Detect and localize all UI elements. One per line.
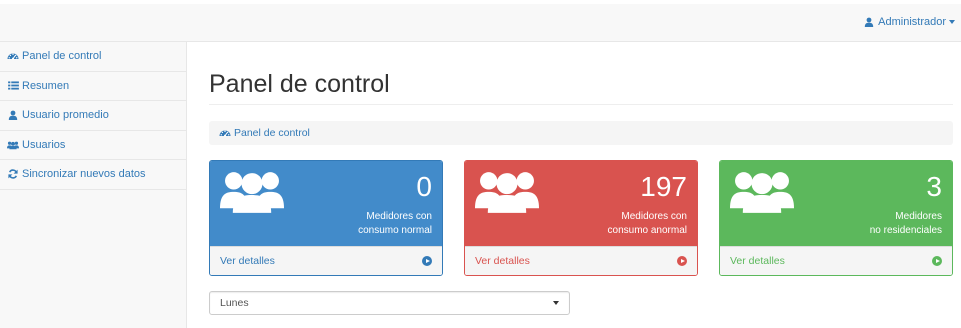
card-details-link[interactable]: Ver detalles [465, 246, 697, 275]
card-no-residenciales: 3 Medidores no residenciales Ver detalle… [719, 160, 953, 276]
breadcrumb-item[interactable]: Panel de control [234, 127, 310, 139]
sidebar-item-usuario-promedio[interactable]: Usuario promedio [0, 101, 186, 131]
user-icon [7, 110, 19, 120]
sidebar-item-label: Panel de control [22, 50, 102, 63]
card-label: Medidores con consumo anormal [608, 210, 687, 238]
card-heading: 0 Medidores con consumo normal [210, 161, 442, 247]
day-select-value: Lunes [220, 297, 249, 309]
caret-down-icon [553, 301, 559, 305]
card-details-link[interactable]: Ver detalles [210, 246, 442, 275]
users-icon [475, 167, 539, 213]
card-value: 0 [416, 171, 432, 202]
arrow-circle-right-icon [677, 256, 687, 266]
arrow-circle-right-icon [422, 256, 432, 266]
card-heading: 3 Medidores no residenciales [720, 161, 952, 247]
card-label-line: consumo anormal [607, 225, 687, 236]
breadcrumb: Panel de control [209, 121, 953, 145]
card-label-line: consumo normal [358, 225, 432, 236]
sidebar-item-usuarios[interactable]: Usuarios [0, 131, 186, 160]
sidebar-item-resumen[interactable]: Resumen [0, 72, 186, 101]
sidebar-item-label: Resumen [22, 79, 70, 92]
list-icon [7, 81, 19, 90]
card-heading: 197 Medidores con consumo anormal [465, 161, 697, 247]
sidebar-item-label: Usuarios [22, 138, 66, 151]
dashboard-icon [219, 128, 231, 138]
sidebar-item-label: Usuario promedio [22, 109, 109, 122]
card-details-label: Ver detalles [475, 255, 530, 267]
card-details-label: Ver detalles [730, 255, 785, 267]
user-menu-label: Administrador [878, 16, 946, 28]
card-label: Medidores con consumo normal [358, 210, 432, 238]
card-value: 197 [640, 171, 687, 202]
card-details-link[interactable]: Ver detalles [720, 246, 952, 275]
sidebar: Panel de control Resumen Usuario promedi… [0, 42, 187, 328]
users-icon [730, 167, 794, 213]
card-label-line: Medidores con [621, 211, 687, 222]
sidebar-item-panel-de-control[interactable]: Panel de control [0, 42, 186, 72]
user-icon [864, 17, 874, 27]
users-icon [220, 167, 284, 213]
day-select[interactable]: Lunes [209, 291, 570, 315]
user-menu-dropdown[interactable]: Administrador [864, 16, 955, 28]
card-label-line: Medidores con [366, 211, 432, 222]
sidebar-item-sincronizar[interactable]: Sincronizar nuevos datos [0, 160, 186, 190]
card-label-line: no residenciales [869, 225, 942, 236]
card-consumo-normal: 0 Medidores con consumo normal Ver detal… [209, 160, 443, 276]
title-divider [209, 104, 953, 105]
refresh-icon [7, 169, 19, 179]
caret-down-icon [949, 20, 955, 24]
top-navbar: Administrador [0, 4, 961, 42]
card-consumo-anormal: 197 Medidores con consumo anormal Ver de… [464, 160, 698, 276]
dashboard-icon [7, 51, 19, 61]
card-details-label: Ver detalles [220, 255, 275, 267]
sidebar-item-label: Sincronizar nuevos datos [22, 168, 146, 181]
card-value: 3 [926, 171, 942, 202]
card-label: Medidores no residenciales [870, 210, 942, 238]
users-icon [7, 140, 19, 150]
card-label-line: Medidores [895, 211, 942, 222]
arrow-circle-right-icon [932, 256, 942, 266]
page-title: Panel de control [209, 70, 390, 98]
